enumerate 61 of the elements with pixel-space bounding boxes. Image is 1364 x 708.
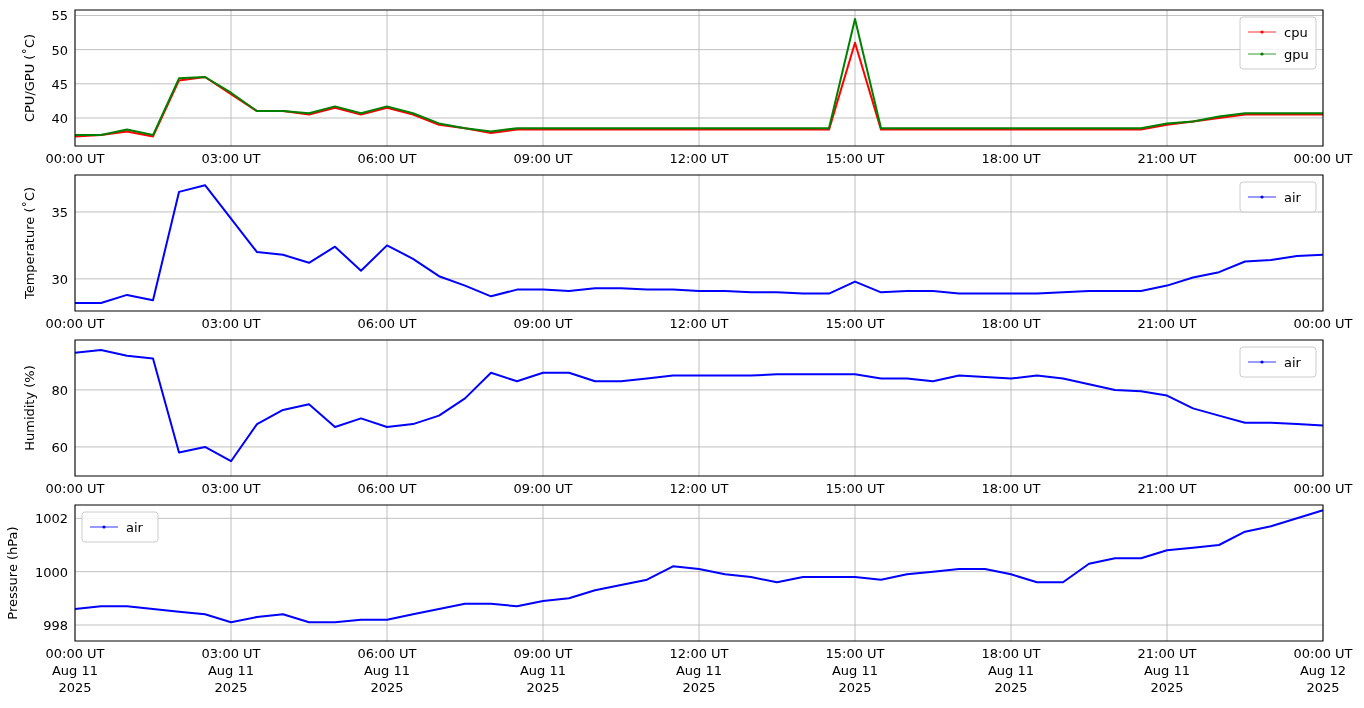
y-tick-label: 55 bbox=[51, 8, 68, 24]
x-tick-label: 21:00 UT bbox=[1137, 151, 1197, 165]
x-tick-label: 12:00 UT bbox=[669, 151, 729, 165]
x-tick-label: 09:00 UT bbox=[513, 151, 573, 165]
x-tick-label: 12:00 UT bbox=[669, 316, 729, 330]
legend-line-icon bbox=[89, 525, 119, 529]
y-tick-label: 1002 bbox=[34, 511, 68, 527]
x-tick-label: 00:00 UT bbox=[45, 481, 105, 495]
x-tick-label: 15:00 UT bbox=[825, 481, 885, 495]
x-tick-label: 15:00 UT Aug 11 2025 bbox=[825, 646, 885, 695]
y-axis-label: Pressure (hPa) bbox=[5, 526, 20, 620]
legend-line-icon bbox=[1247, 360, 1277, 364]
y-axis-label: Humidity (%) bbox=[22, 365, 37, 451]
y-axis-label: Temperature (˚C) bbox=[22, 186, 37, 300]
x-tick-label: 09:00 UT bbox=[513, 316, 573, 330]
x-tick-label: 00:00 UT bbox=[1293, 481, 1353, 495]
x-tick-label: 18:00 UT bbox=[981, 316, 1041, 330]
y-tick-label: 80 bbox=[51, 382, 68, 398]
x-tick-label: 03:00 UT Aug 11 2025 bbox=[201, 646, 261, 695]
legend-label: air bbox=[1284, 355, 1301, 370]
x-tick-label: 00:00 UT bbox=[45, 151, 105, 165]
legend-label: gpu bbox=[1284, 47, 1309, 62]
y-tick-label: 60 bbox=[51, 439, 68, 455]
x-tick-label: 21:00 UT bbox=[1137, 316, 1197, 330]
x-tick-label: 15:00 UT bbox=[825, 316, 885, 330]
legend-line-icon bbox=[1247, 195, 1277, 199]
x-tick-label: 09:00 UT Aug 11 2025 bbox=[513, 646, 573, 695]
x-tick-label: 06:00 UT Aug 11 2025 bbox=[357, 646, 417, 695]
legend-label: air bbox=[1284, 190, 1301, 205]
x-tick-label: 12:00 UT bbox=[669, 481, 729, 495]
x-tick-label: 18:00 UT Aug 11 2025 bbox=[981, 646, 1041, 695]
y-tick-label: 45 bbox=[51, 76, 68, 92]
x-tick-label: 00:00 UT bbox=[45, 316, 105, 330]
x-tick-label: 03:00 UT bbox=[201, 151, 261, 165]
x-tick-label: 12:00 UT Aug 11 2025 bbox=[669, 646, 729, 695]
x-tick-label: 00:00 UT Aug 12 2025 bbox=[1293, 646, 1353, 695]
y-tick-label: 998 bbox=[43, 618, 68, 633]
x-tick-label: 21:00 UT bbox=[1137, 481, 1197, 495]
y-tick-label: 40 bbox=[51, 111, 68, 126]
x-tick-label: 09:00 UT bbox=[513, 481, 573, 495]
x-tick-label: 00:00 UT Aug 11 2025 bbox=[45, 646, 105, 695]
x-tick-label: 18:00 UT bbox=[981, 481, 1041, 495]
y-tick-label: 1000 bbox=[34, 564, 68, 580]
x-tick-label: 18:00 UT bbox=[981, 151, 1041, 165]
legend-line-icon bbox=[1247, 52, 1277, 56]
legend-label: air bbox=[126, 520, 143, 535]
y-tick-label: 30 bbox=[51, 271, 68, 287]
legend-label: cpu bbox=[1284, 25, 1308, 40]
y-tick-label: 35 bbox=[51, 204, 68, 220]
y-axis-label: CPU/GPU (˚C) bbox=[22, 33, 37, 123]
y-tick-label: 50 bbox=[51, 42, 68, 58]
x-tick-label: 06:00 UT bbox=[357, 316, 417, 330]
x-tick-label: 21:00 UT Aug 11 2025 bbox=[1137, 646, 1197, 695]
x-tick-label: 00:00 UT bbox=[1293, 151, 1353, 165]
x-tick-label: 03:00 UT bbox=[201, 316, 261, 330]
x-tick-label: 00:00 UT bbox=[1293, 316, 1353, 330]
x-tick-label: 15:00 UT bbox=[825, 151, 885, 165]
x-tick-label: 06:00 UT bbox=[357, 481, 417, 495]
x-tick-label: 03:00 UT bbox=[201, 481, 261, 495]
legend-line-icon bbox=[1247, 30, 1277, 34]
x-tick-label: 06:00 UT bbox=[357, 151, 417, 165]
